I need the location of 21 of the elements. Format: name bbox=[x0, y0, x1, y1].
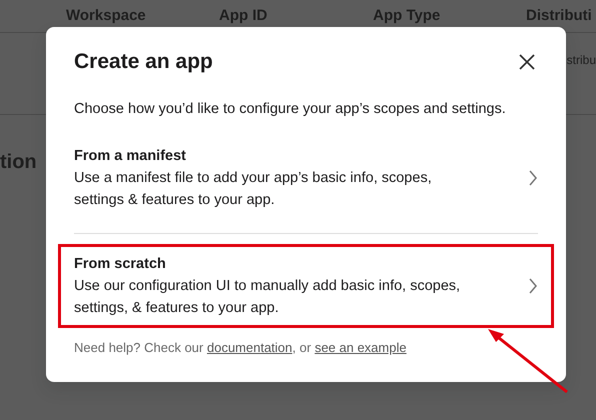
dialog-description: Choose how you’d like to configure your app’s scopes and settings. bbox=[74, 100, 507, 120]
help-text: Need help? Check our bbox=[74, 340, 204, 355]
chevron-right-icon bbox=[528, 278, 538, 294]
close-icon bbox=[518, 52, 536, 71]
option-description: Use our configuration UI to manually add basic info, scopes, settings, & features to your app. bbox=[74, 276, 462, 318]
table-cell-text: stribu bbox=[566, 52, 596, 68]
column-header: App Type bbox=[373, 6, 440, 26]
chevron-right-icon bbox=[528, 170, 538, 186]
documentation-link[interactable]: documentation bbox=[206, 340, 292, 355]
heading-text: tion bbox=[0, 151, 37, 173]
option-title: From scratch bbox=[74, 254, 167, 274]
dialog-title: Create an app bbox=[74, 49, 213, 74]
example-link[interactable]: see an example bbox=[314, 340, 406, 355]
column-header: Distributi bbox=[526, 6, 592, 26]
option-item[interactable]: From scratch Use our configuration UI to manually add basic info, scopes, settings, & features to your app. bbox=[58, 244, 554, 328]
column-header: App ID bbox=[219, 6, 268, 26]
column-header: Workspace bbox=[66, 6, 146, 26]
option-item[interactable]: From a manifest Use a manifest file to add your app’s basic info, scopes, settings & features to your app. bbox=[74, 136, 538, 225]
option-description: Use a manifest file to add your app’s basic info, scopes, settings & features to your app. bbox=[74, 168, 433, 210]
option-title: From a manifest bbox=[74, 146, 187, 166]
help-text: , or bbox=[292, 340, 312, 355]
